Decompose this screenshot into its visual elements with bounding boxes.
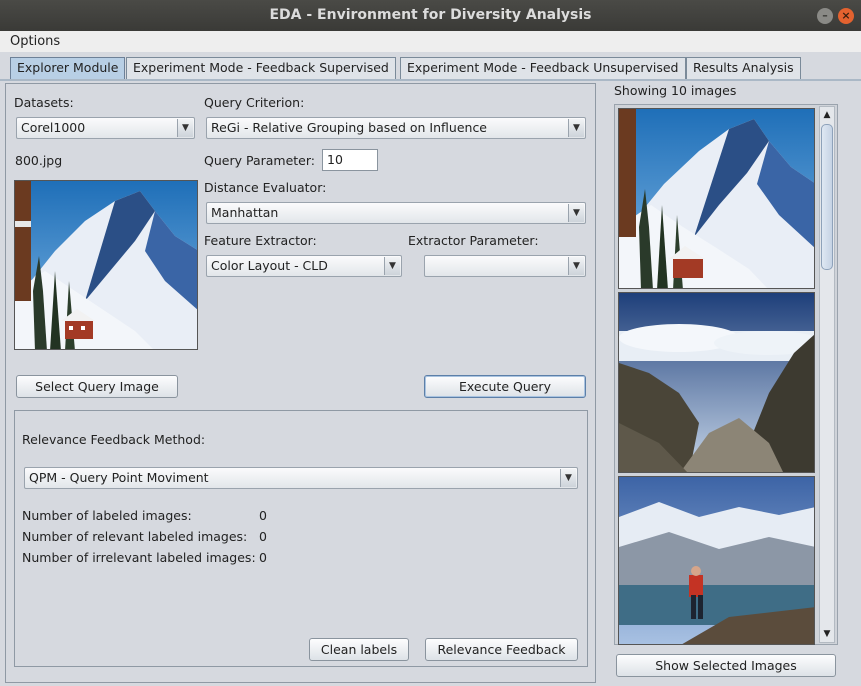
- query-criterion-value: ReGi - Relative Grouping based on Influe…: [211, 120, 488, 135]
- chevron-down-icon: ▼: [560, 469, 576, 487]
- irrelevant-images-count: 0: [259, 550, 267, 565]
- chevron-down-icon: ▼: [568, 119, 584, 137]
- query-criterion-label: Query Criterion:: [204, 95, 305, 110]
- result-image[interactable]: [618, 108, 815, 289]
- select-query-image-button[interactable]: Select Query Image: [16, 375, 178, 398]
- datasets-label: Datasets:: [14, 95, 74, 110]
- feature-extractor-select[interactable]: Color Layout - CLD ▼: [206, 255, 402, 277]
- chevron-down-icon: ▼: [177, 119, 193, 137]
- feedback-method-value: QPM - Query Point Moviment: [29, 470, 209, 485]
- datasets-value: Corel1000: [21, 120, 86, 135]
- query-criterion-select[interactable]: ReGi - Relative Grouping based on Influe…: [206, 117, 586, 139]
- tab-divider: [0, 79, 861, 81]
- irrelevant-images-label: Number of irrelevant labeled images:: [22, 550, 256, 565]
- query-parameter-label: Query Parameter:: [204, 153, 315, 168]
- tab-experiment-unsupervised[interactable]: Experiment Mode - Feedback Unsupervised: [400, 57, 686, 79]
- datasets-select[interactable]: Corel1000 ▼: [16, 117, 195, 139]
- distance-evaluator-value: Manhattan: [211, 205, 279, 220]
- clean-labels-button[interactable]: Clean labels: [309, 638, 409, 661]
- menu-options[interactable]: Options: [10, 34, 60, 49]
- feature-extractor-label: Feature Extractor:: [204, 233, 317, 248]
- window-title: EDA - Environment for Diversity Analysis: [0, 0, 861, 31]
- result-image[interactable]: [618, 476, 815, 645]
- relevance-feedback-button[interactable]: Relevance Feedback: [425, 638, 578, 661]
- relevant-images-label: Number of relevant labeled images:: [22, 529, 248, 544]
- extractor-parameter-select[interactable]: ▼: [424, 255, 586, 277]
- minimize-icon[interactable]: –: [817, 8, 833, 24]
- query-image[interactable]: [14, 180, 198, 350]
- scrollbar-thumb[interactable]: [821, 124, 833, 270]
- show-selected-images-button[interactable]: Show Selected Images: [616, 654, 836, 677]
- labeled-images-count: 0: [259, 508, 267, 523]
- chevron-down-icon: ▼: [568, 257, 584, 275]
- menubar: Options: [0, 31, 861, 52]
- tab-explorer-module[interactable]: Explorer Module: [10, 57, 126, 80]
- chevron-down-icon: ▼: [568, 204, 584, 222]
- scroll-down-icon[interactable]: ▼: [820, 627, 834, 641]
- query-parameter-input[interactable]: 10: [322, 149, 378, 171]
- chevron-down-icon: ▼: [384, 257, 400, 275]
- scroll-up-icon[interactable]: ▲: [820, 108, 834, 122]
- execute-query-button[interactable]: Execute Query: [424, 375, 586, 398]
- relevant-images-count: 0: [259, 529, 267, 544]
- distance-evaluator-select[interactable]: Manhattan ▼: [206, 202, 586, 224]
- feedback-method-label: Relevance Feedback Method:: [22, 432, 206, 447]
- showing-images-label: Showing 10 images: [614, 83, 737, 98]
- result-image[interactable]: [618, 292, 815, 473]
- tab-results-analysis[interactable]: Results Analysis: [686, 57, 801, 79]
- query-image-name: 800.jpg: [15, 153, 63, 168]
- labeled-images-label: Number of labeled images:: [22, 508, 192, 523]
- feature-extractor-value: Color Layout - CLD: [211, 258, 328, 273]
- distance-evaluator-label: Distance Evaluator:: [204, 180, 327, 195]
- extractor-parameter-label: Extractor Parameter:: [408, 233, 539, 248]
- feedback-method-select[interactable]: QPM - Query Point Moviment ▼: [24, 467, 578, 489]
- tab-experiment-supervised[interactable]: Experiment Mode - Feedback Supervised: [126, 57, 396, 79]
- close-icon[interactable]: ×: [838, 8, 854, 24]
